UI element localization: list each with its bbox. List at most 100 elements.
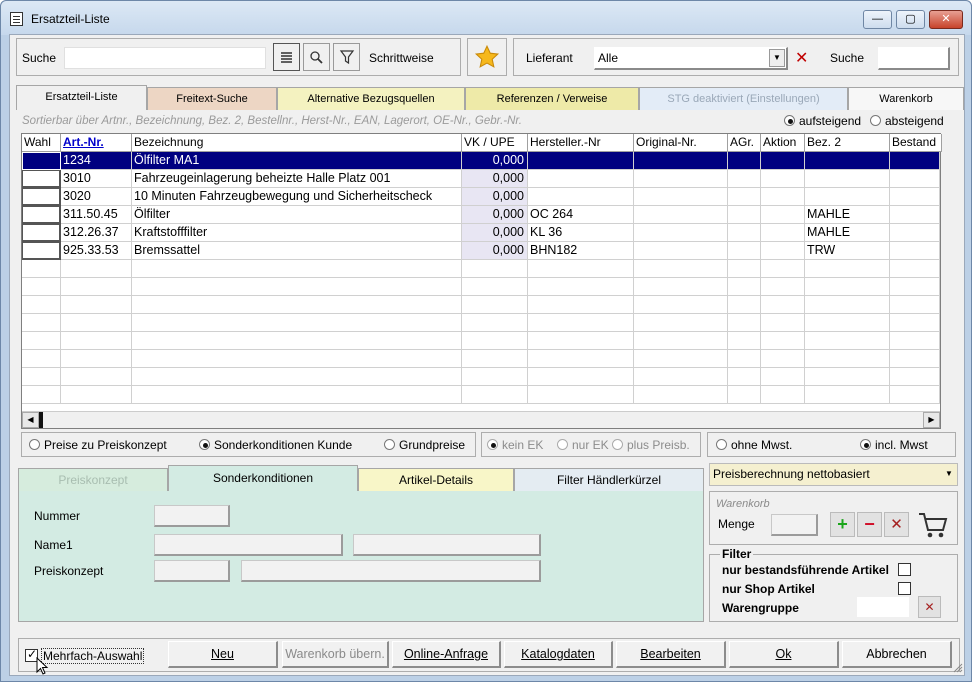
wahl-cell[interactable] <box>22 152 61 170</box>
wahl-cell[interactable] <box>22 170 61 188</box>
tab-referenzen[interactable]: Referenzen / Verweise <box>465 87 639 110</box>
aktion-cell[interactable] <box>761 242 805 260</box>
name2-field[interactable] <box>353 534 541 556</box>
name1-field[interactable] <box>154 534 343 556</box>
hersteller-nr-cell[interactable]: OC 264 <box>528 206 634 224</box>
preiskonzept-name-field[interactable] <box>241 560 541 582</box>
art-nr-cell[interactable]: 311.50.45 <box>61 206 132 224</box>
original-nr-cell[interactable] <box>634 224 728 242</box>
tab-freitext-suche[interactable]: Freitext-Suche <box>147 87 277 110</box>
col-header-bez2[interactable]: Bez. 2 <box>805 134 890 152</box>
list-view-button[interactable] <box>273 43 300 71</box>
bearbeiten-button[interactable]: Bearbeiten <box>616 641 726 668</box>
vk-upe-cell[interactable]: 0,000 <box>462 242 528 260</box>
search-button[interactable] <box>303 43 330 71</box>
resize-grip-icon[interactable] <box>953 663 963 673</box>
bez2-cell[interactable]: MAHLE <box>805 206 890 224</box>
ohne-mwst-radio[interactable] <box>716 439 727 450</box>
bestand-cell[interactable] <box>890 242 940 260</box>
tab-artikel-details[interactable]: Artikel-Details <box>358 468 514 491</box>
online-anfrage-button[interactable]: Online-Anfrage <box>392 641 501 668</box>
option-incl-mwst[interactable]: incl. Mwst <box>860 438 928 452</box>
col-header-agr[interactable]: AGr. <box>728 134 761 152</box>
bezeichnung-cell[interactable]: 10 Minuten Fahrzeugbewegung und Sicherhe… <box>132 188 462 206</box>
sort-asc-option[interactable]: aufsteigend <box>784 114 861 128</box>
bestand-cell[interactable] <box>890 224 940 242</box>
col-header-art-nr[interactable]: Art.-Nr. <box>61 134 132 152</box>
bezeichnung-cell[interactable]: Kraftstofffilter <box>132 224 462 242</box>
tab-alternative-bezugsquellen[interactable]: Alternative Bezugsquellen <box>277 87 465 110</box>
search-mode-label[interactable]: Schrittweise <box>369 51 434 65</box>
preiskonzept-radio[interactable] <box>29 439 40 450</box>
col-header-hersteller-nr[interactable]: Hersteller.-Nr <box>528 134 634 152</box>
original-nr-cell[interactable] <box>634 152 728 170</box>
vk-upe-cell[interactable]: 0,000 <box>462 188 528 206</box>
original-nr-cell[interactable] <box>634 188 728 206</box>
hersteller-nr-cell[interactable] <box>528 188 634 206</box>
maximize-button[interactable]: ▢ <box>896 10 925 29</box>
tab-filter-haendlerkuerzel[interactable]: Filter Händlerkürzel <box>514 468 704 491</box>
aktion-cell[interactable] <box>761 152 805 170</box>
vk-upe-cell[interactable]: 0,000 <box>462 206 528 224</box>
bestand-cell[interactable] <box>890 152 940 170</box>
sort-desc-radio[interactable] <box>870 115 881 126</box>
aktion-cell[interactable] <box>761 224 805 242</box>
search-input[interactable] <box>64 47 266 69</box>
bezeichnung-cell[interactable]: Bremssattel <box>132 242 462 260</box>
original-nr-cell[interactable] <box>634 170 728 188</box>
bezeichnung-cell[interactable]: Ölfilter MA1 <box>132 152 462 170</box>
agr-cell[interactable] <box>728 224 761 242</box>
col-header-aktion[interactable]: Aktion <box>761 134 805 152</box>
horizontal-scrollbar[interactable]: ◀ ▶ <box>22 411 940 428</box>
table-row[interactable]: 3020 10 Minuten Fahrzeugbewegung und Sich… <box>22 188 940 206</box>
supplier-select[interactable]: Alle ▼ <box>594 47 788 70</box>
bez2-cell[interactable]: TRW <box>805 242 890 260</box>
aktion-cell[interactable] <box>761 206 805 224</box>
supplier-search-input[interactable] <box>878 47 950 70</box>
agr-cell[interactable] <box>728 242 761 260</box>
warengruppe-field[interactable] <box>857 597 909 617</box>
agr-cell[interactable] <box>728 152 761 170</box>
nummer-field[interactable] <box>154 505 230 527</box>
art-nr-cell[interactable]: 1234 <box>61 152 132 170</box>
tab-warenkorb[interactable]: Warenkorb <box>848 87 964 110</box>
col-header-bezeichnung[interactable]: Bezeichnung <box>132 134 462 152</box>
pricing-select[interactable]: Preisberechnung nettobasiert ▼ <box>709 463 958 486</box>
add-icon[interactable]: + <box>830 512 855 537</box>
sort-desc-option[interactable]: absteigend <box>870 114 944 128</box>
col-header-bestand[interactable]: Bestand <box>890 134 942 152</box>
remove-icon[interactable]: − <box>857 512 882 537</box>
abbrechen-button[interactable]: Abbrechen <box>842 641 952 668</box>
menge-field[interactable] <box>771 514 818 536</box>
bestand-cell[interactable] <box>890 188 940 206</box>
grundpreise-radio[interactable] <box>384 439 395 450</box>
table-row[interactable]: 312.26.37 Kraftstofffilter 0,000 KL 36 MAHLE <box>22 224 940 242</box>
aktion-cell[interactable] <box>761 188 805 206</box>
hersteller-nr-cell[interactable] <box>528 170 634 188</box>
scroll-left-icon[interactable]: ◀ <box>22 412 39 428</box>
option-preiskonzept[interactable]: Preise zu Preiskonzept <box>29 438 167 452</box>
agr-cell[interactable] <box>728 206 761 224</box>
col-header-vk-upe[interactable]: VK / UPE <box>462 134 528 152</box>
minimize-button[interactable]: — <box>863 10 892 29</box>
wahl-cell[interactable] <box>22 242 61 260</box>
shop-only-checkbox[interactable] <box>898 582 911 595</box>
tab-ersatzteil-liste[interactable]: Ersatzteil-Liste <box>16 85 147 110</box>
parts-table[interactable]: Wahl Art.-Nr. Bezeichnung VK / UPE Herst… <box>21 133 942 429</box>
chevron-down-icon[interactable]: ▼ <box>769 49 785 67</box>
col-header-wahl[interactable]: Wahl <box>22 134 61 152</box>
art-nr-cell[interactable]: 312.26.37 <box>61 224 132 242</box>
table-row[interactable]: 1234 Ölfilter MA1 0,000 <box>22 152 940 170</box>
bez2-cell[interactable] <box>805 152 890 170</box>
sonderkonditionen-radio[interactable] <box>199 439 210 450</box>
neu-button[interactable]: Neu <box>168 641 278 668</box>
option-sonderkonditionen[interactable]: Sonderkonditionen Kunde <box>199 438 352 452</box>
bestand-cell[interactable] <box>890 206 940 224</box>
bez2-cell[interactable] <box>805 188 890 206</box>
art-nr-cell[interactable]: 3020 <box>61 188 132 206</box>
chevron-down-icon[interactable]: ▼ <box>942 465 956 484</box>
scroll-thumb[interactable] <box>39 412 43 428</box>
hersteller-nr-cell[interactable]: KL 36 <box>528 224 634 242</box>
vk-upe-cell[interactable]: 0,000 <box>462 170 528 188</box>
shopping-cart-icon[interactable] <box>917 510 949 540</box>
